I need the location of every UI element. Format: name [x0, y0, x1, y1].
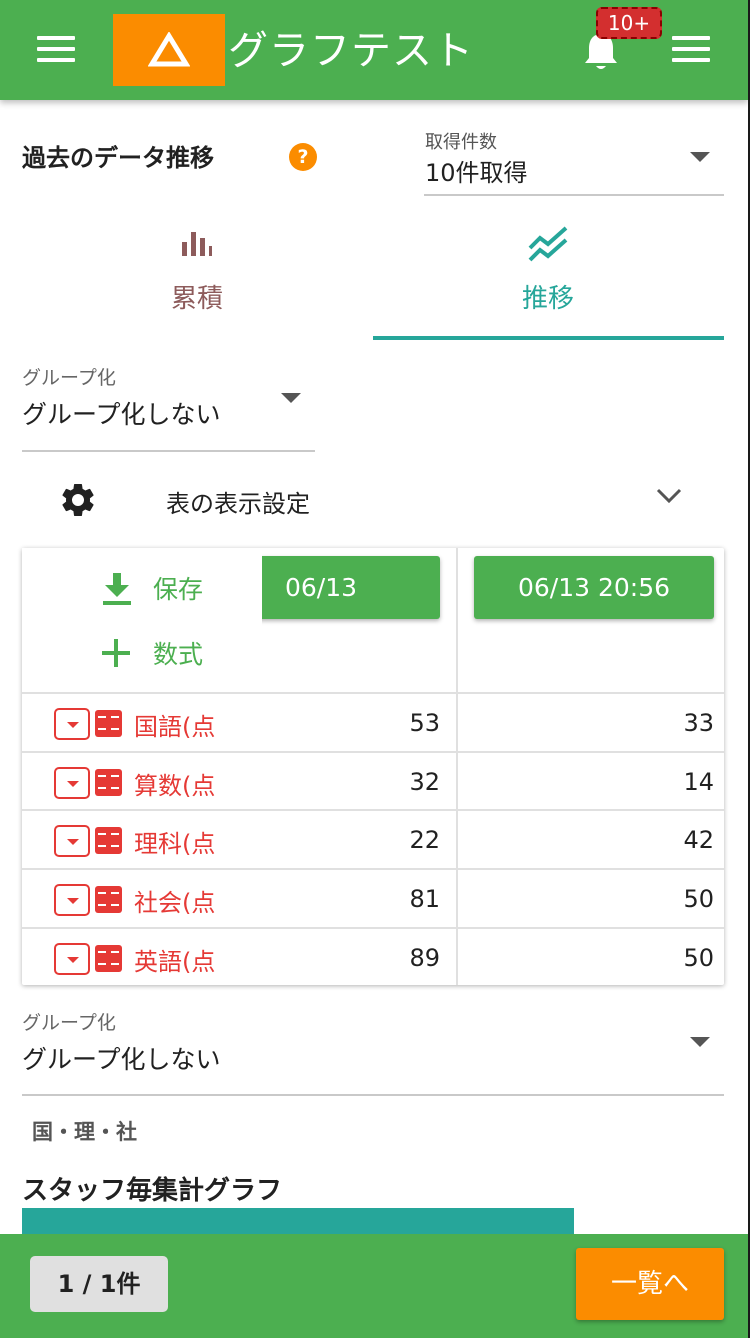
grouping-underline — [22, 1094, 724, 1096]
grouping-value: グループ化しない — [22, 1045, 221, 1074]
row-value: 53 — [409, 709, 440, 737]
staff-graph-title: スタッフ毎集計グラフ — [22, 1176, 283, 1206]
calculator-icon[interactable] — [95, 945, 122, 972]
grouping-label: グループ化 — [22, 367, 116, 389]
grouping-value: グループ化しない — [22, 400, 221, 429]
date-column-button[interactable]: 06/13 20:56 — [474, 556, 714, 619]
table-row: 算数(点 32 14 — [22, 753, 724, 811]
table-settings-row[interactable]: 表の表示設定 — [22, 470, 724, 530]
gear-icon — [62, 483, 94, 516]
table-row: 国語(点 53 33 — [22, 694, 724, 752]
fetch-count-value: 10件取得 — [425, 159, 528, 187]
page-count: 1 / 1件 — [30, 1256, 168, 1312]
tab-trend-label: 推移 — [521, 284, 574, 314]
calculator-icon[interactable] — [95, 710, 122, 737]
grouping-label: グループ化 — [22, 1012, 116, 1034]
data-table: 06/13 20:58 06/13 20:56 保存 数式 — [22, 548, 724, 985]
download-icon — [103, 573, 131, 605]
calculator-icon[interactable] — [95, 886, 122, 913]
app-logo[interactable] — [113, 14, 225, 86]
date-column-label: 06/13 20:58 — [284, 573, 358, 602]
table-row: 社会(点 81 50 — [22, 870, 724, 928]
table-row: 英語(点 89 50 — [22, 929, 724, 987]
menu-item-formula[interactable]: 数式 — [22, 623, 262, 683]
row-subject: 国語(点 — [134, 713, 216, 741]
row-subject: 社会(点 — [134, 889, 216, 917]
caret-down-icon — [690, 152, 710, 162]
menu-item-formula-label: 数式 — [153, 640, 204, 669]
row-dropdown-button[interactable] — [54, 884, 90, 916]
subjects-note: 国・理・社 — [32, 1120, 137, 1144]
column-menu: 保存 数式 — [22, 548, 262, 693]
row-dropdown-button[interactable] — [54, 708, 90, 740]
row-dropdown-button[interactable] — [54, 825, 90, 857]
row-subject: 理科(点 — [134, 830, 216, 858]
row-dropdown-button[interactable] — [54, 943, 90, 975]
tab-cumulative[interactable]: 累積 — [22, 222, 372, 340]
row-dropdown-button[interactable] — [54, 767, 90, 799]
date-column-label: 06/13 20:56 — [517, 573, 671, 602]
help-icon[interactable]: ? — [289, 143, 317, 171]
fetch-count-underline — [424, 194, 724, 196]
row-value: 50 — [683, 944, 714, 972]
triangle-icon — [148, 32, 190, 67]
row-value: 33 — [683, 709, 714, 737]
trend-icon — [528, 226, 568, 262]
grouping-underline — [22, 450, 315, 452]
row-value: 42 — [683, 826, 714, 854]
table-settings-label: 表の表示設定 — [166, 490, 310, 518]
row-value: 22 — [409, 826, 440, 854]
active-tab-indicator — [373, 336, 724, 340]
notification-badge: 10+ — [596, 7, 662, 39]
row-value: 32 — [409, 768, 440, 796]
caret-down-icon — [281, 393, 301, 403]
app-screen: グラフテスト 10+ 過去のデータ推移 ? 取得件数 10件取得 累積 推移 グ… — [0, 0, 748, 1338]
row-value: 81 — [409, 885, 440, 913]
app-title: グラフテスト — [228, 28, 474, 74]
row-value: 89 — [409, 944, 440, 972]
menu-icon[interactable] — [37, 36, 75, 62]
row-value: 50 — [683, 885, 714, 913]
tab-trend[interactable]: 推移 — [373, 222, 723, 340]
tab-cumulative-label: 累積 — [170, 284, 223, 314]
row-subject: 算数(点 — [134, 772, 216, 800]
list-button[interactable]: 一覧へ — [576, 1248, 724, 1320]
caret-down-icon — [690, 1037, 710, 1047]
row-subject: 英語(点 — [134, 948, 216, 976]
fetch-count-label: 取得件数 — [425, 132, 497, 153]
more-menu-icon[interactable] — [672, 36, 710, 62]
section-title: 過去のデータ推移 — [22, 144, 214, 172]
chevron-down-icon — [656, 488, 682, 504]
menu-item-save-label: 保存 — [153, 575, 204, 604]
calculator-icon[interactable] — [95, 827, 122, 854]
menu-item-save[interactable]: 保存 — [22, 558, 262, 618]
row-value: 14 — [683, 768, 714, 796]
date-column-button[interactable]: 06/13 20:58 — [248, 556, 440, 619]
app-header: グラフテスト 10+ — [0, 0, 748, 100]
plus-icon — [102, 639, 130, 667]
calculator-icon[interactable] — [95, 769, 122, 796]
bar-chart-icon — [182, 232, 212, 256]
table-row: 理科(点 22 42 — [22, 811, 724, 869]
